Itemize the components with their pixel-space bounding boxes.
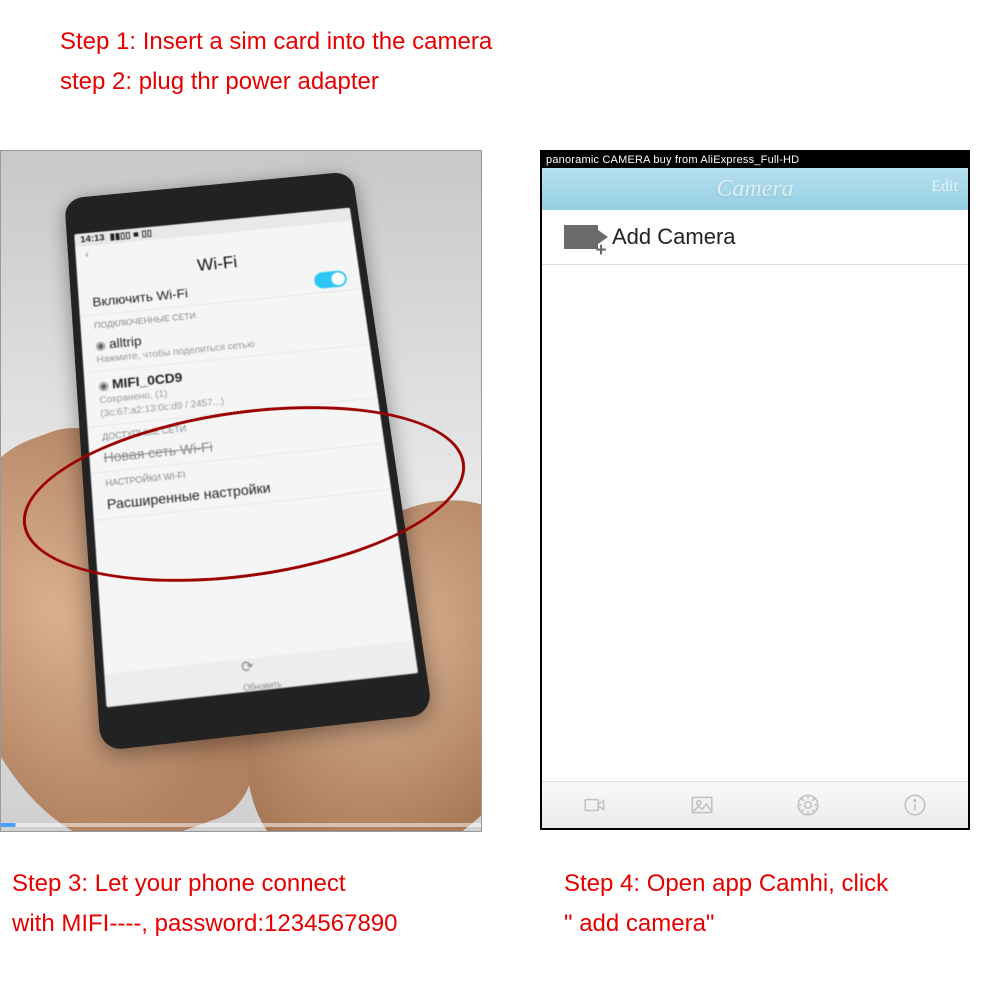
status-time: 14:13 xyxy=(80,233,105,245)
left-photo-panel: 14:13 ▮▮▯▯ ■ ▯▯ ‹ Wi-Fi Включить Wi-Fi П… xyxy=(0,150,482,832)
tab-info-icon[interactable] xyxy=(901,791,929,819)
network2-sub: Сохранено, (1) (3c:67:a2:13:0c:d9 / 2457… xyxy=(99,389,225,420)
network2-name: MIFI_0CD9 xyxy=(111,369,183,391)
app-statusbar: panoramic CAMERA buy from AliExpress_Ful… xyxy=(542,152,968,168)
video-progress-bar xyxy=(1,823,481,827)
tab-camera-icon[interactable] xyxy=(581,791,609,819)
network1-name: alltrip xyxy=(108,333,142,351)
step4-text-line2: " add camera" xyxy=(564,910,714,938)
camera-list: + Add Camera xyxy=(542,210,968,265)
tab-settings-icon[interactable] xyxy=(794,791,822,819)
camera-icon: + xyxy=(564,225,598,249)
step3-text-line1: Step 3: Let your phone connect xyxy=(12,870,346,898)
refresh-label: Обновить xyxy=(243,679,282,693)
step2-text: step 2: plug thr power adapter xyxy=(60,68,379,96)
app-tabbar xyxy=(542,781,968,828)
app-header-title: Camera xyxy=(716,176,793,203)
app-header: Camera Edit xyxy=(542,168,968,210)
plus-icon: + xyxy=(593,244,609,260)
add-camera-row[interactable]: + Add Camera xyxy=(542,210,968,265)
edit-button[interactable]: Edit xyxy=(931,178,958,196)
phone-screen: 14:13 ▮▮▯▯ ■ ▯▯ ‹ Wi-Fi Включить Wi-Fi П… xyxy=(74,208,418,708)
add-camera-label: Add Camera xyxy=(612,224,736,250)
wifi-icon: ◉ xyxy=(95,339,106,353)
tab-gallery-icon[interactable] xyxy=(688,791,716,819)
wifi-icon: ◉ xyxy=(98,379,109,393)
refresh-icon[interactable]: ⟳Обновить xyxy=(240,653,282,693)
wifi-toggle-on[interactable] xyxy=(313,270,348,289)
wifi-enable-label: Включить Wi-Fi xyxy=(92,286,189,310)
step3-text-line2: with MIFI----, password:1234567890 xyxy=(12,910,398,938)
step4-text-line1: Step 4: Open app Camhi, click xyxy=(564,870,888,898)
right-app-panel: panoramic CAMERA buy from AliExpress_Ful… xyxy=(540,150,970,830)
phone-bottom-nav: ⟳Обновить xyxy=(104,640,418,707)
app-statusbar-text: panoramic CAMERA buy from AliExpress_Ful… xyxy=(546,154,799,166)
step1-text: Step 1: Insert a sim card into the camer… xyxy=(60,28,492,56)
new-network-label: Новая сеть Wi-Fi xyxy=(103,439,213,466)
